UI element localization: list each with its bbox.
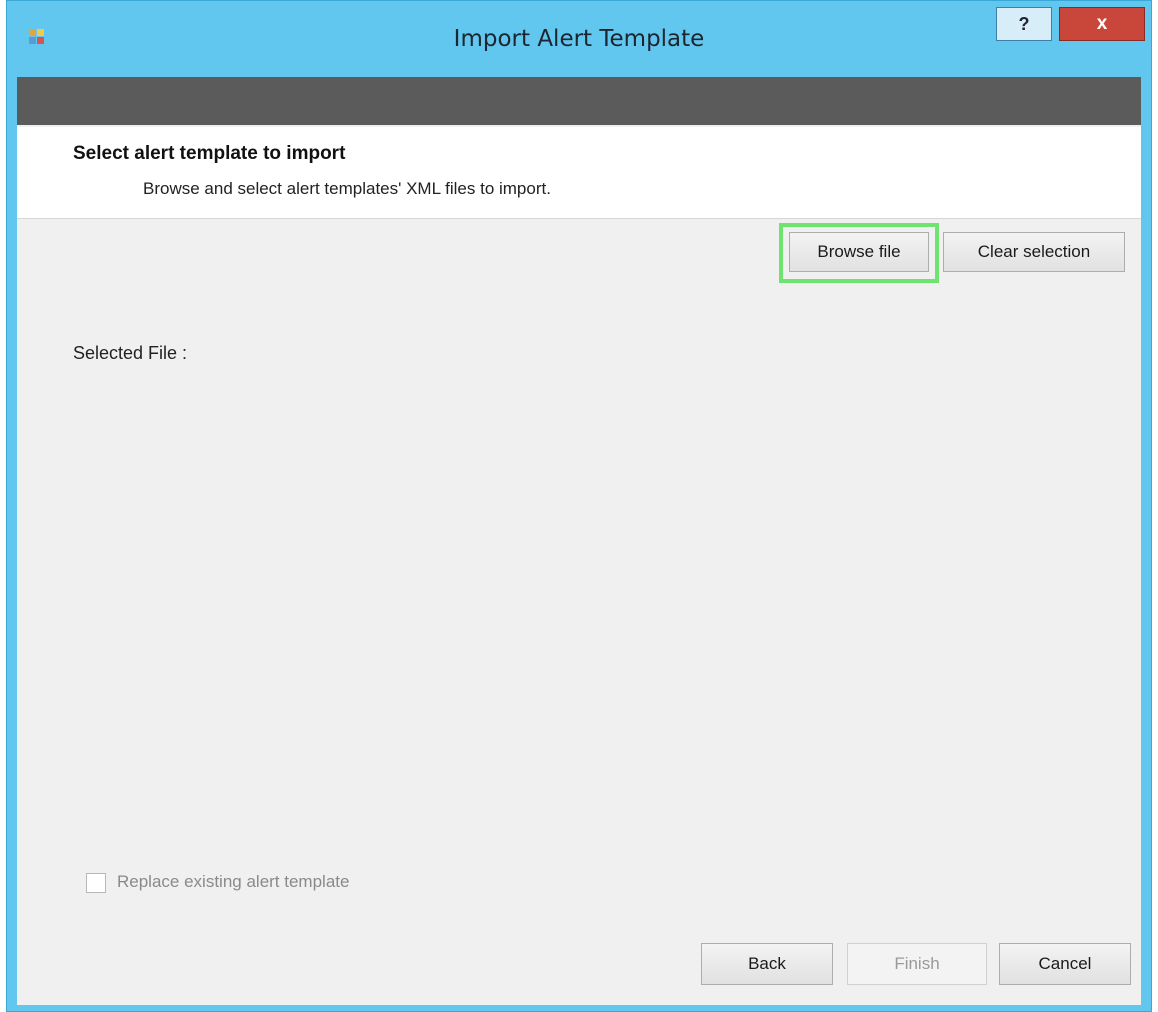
close-button[interactable]: x: [1059, 7, 1145, 41]
replace-existing-checkbox[interactable]: [86, 873, 106, 893]
title-bar[interactable]: Import Alert Template ? x: [7, 1, 1151, 77]
finish-button[interactable]: Finish: [847, 943, 987, 985]
back-button[interactable]: Back: [701, 943, 833, 985]
help-button[interactable]: ?: [996, 7, 1052, 41]
step-title: Select alert template to import: [73, 143, 346, 164]
selected-file-label: Selected File :: [73, 343, 188, 363]
clear-selection-button[interactable]: Clear selection: [943, 232, 1125, 272]
step-header-panel: Select alert template to import Browse a…: [17, 127, 1141, 219]
step-description: Browse and select alert templates' XML f…: [143, 179, 551, 198]
dialog-client-area: Select alert template to import Browse a…: [17, 77, 1141, 1005]
window-title: Import Alert Template: [453, 26, 705, 52]
browse-file-button[interactable]: Browse file: [789, 232, 929, 272]
import-alert-template-window: Import Alert Template ? x Select alert t…: [6, 0, 1152, 1012]
cancel-button[interactable]: Cancel: [999, 943, 1131, 985]
replace-existing-label: Replace existing alert template: [117, 872, 350, 891]
header-banner: [17, 77, 1141, 125]
